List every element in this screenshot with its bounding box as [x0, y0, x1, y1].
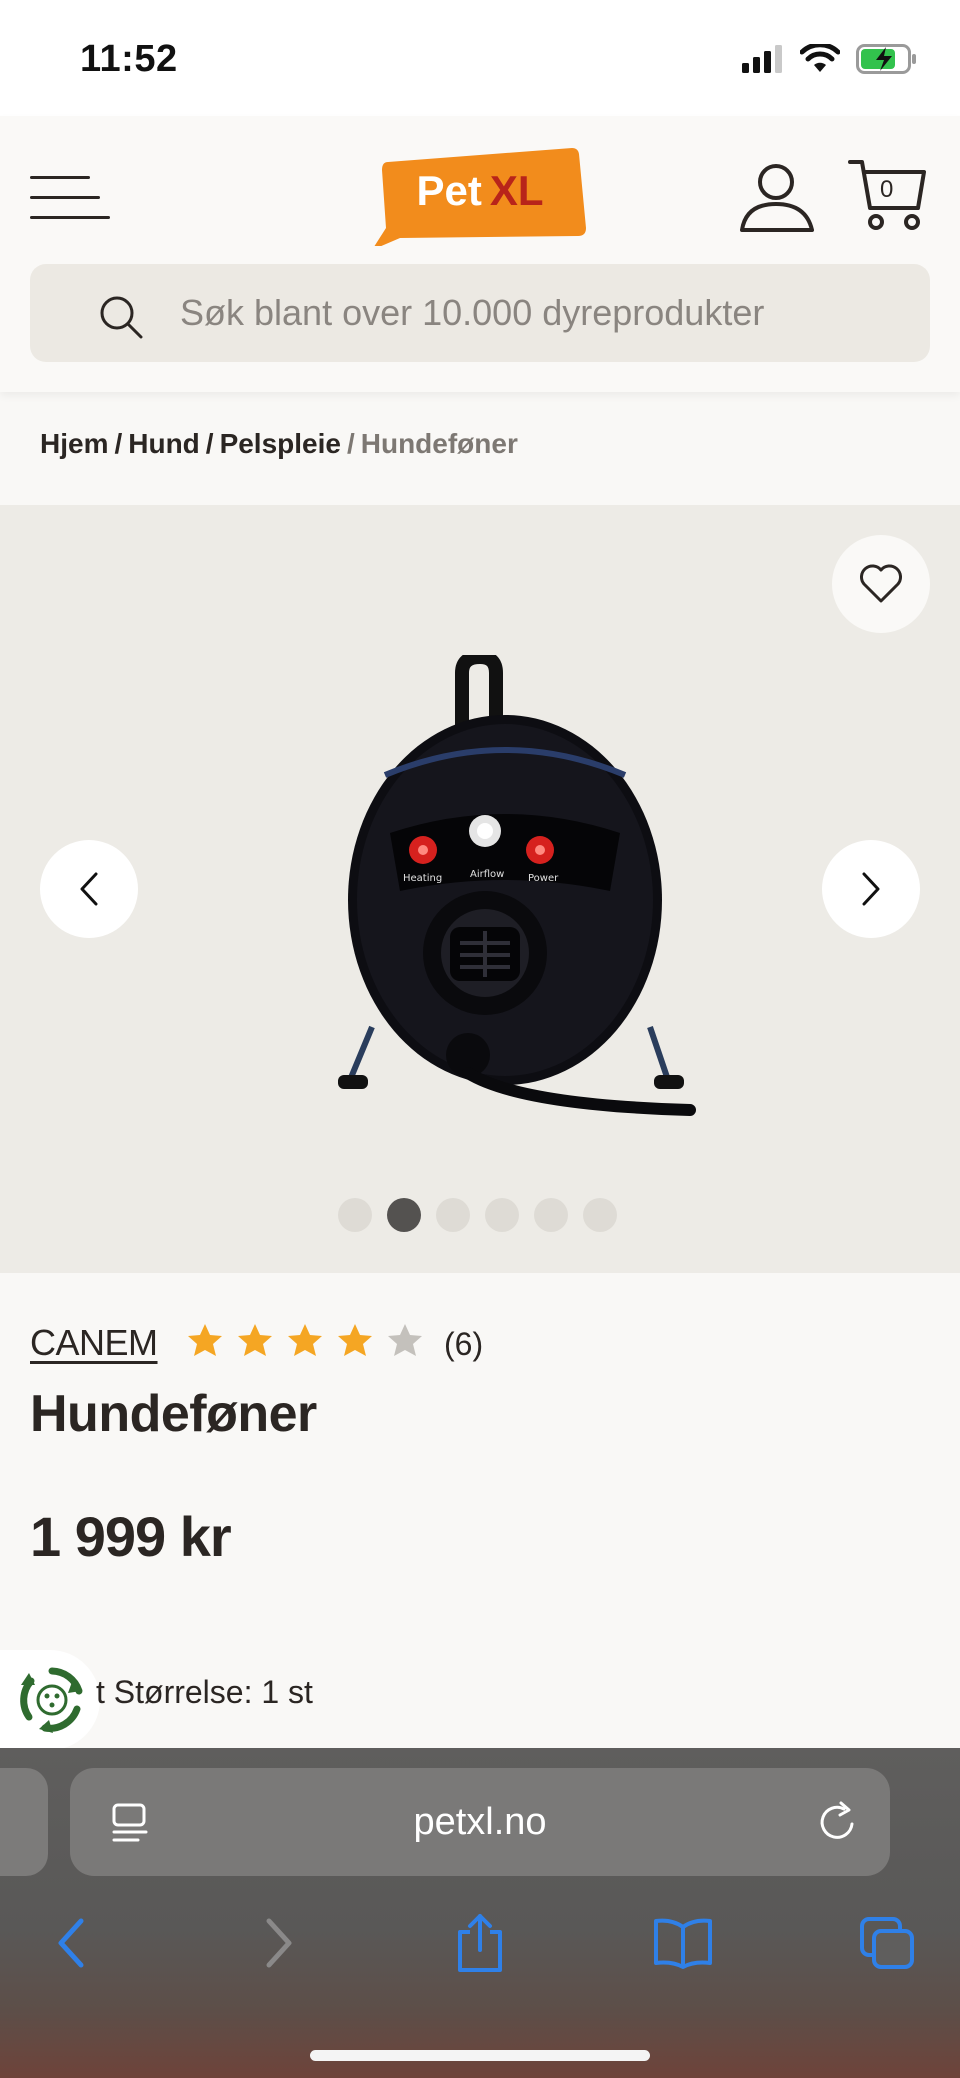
logo-word-pet: Pet — [416, 167, 482, 214]
product-price: 1 999 kr — [30, 1505, 232, 1568]
star-icon — [238, 1324, 272, 1356]
logo-word-xl: XL — [489, 167, 544, 214]
cart-count-badge: 0 — [880, 176, 894, 203]
share-icon[interactable] — [445, 1908, 515, 1978]
eco-recycle-icon — [20, 1667, 83, 1733]
book-icon[interactable] — [648, 1908, 718, 1978]
product-label-airflow: Airflow — [470, 869, 504, 880]
status-bar: 11:52 — [0, 0, 960, 116]
site-logo[interactable]: Pet XL — [372, 144, 588, 246]
chevron-right-icon — [862, 872, 880, 906]
breadcrumb-link-dog[interactable]: Hund — [128, 428, 200, 459]
status-icons — [742, 44, 918, 74]
chevron-left-icon — [80, 872, 98, 906]
cart-icon[interactable]: 0 — [848, 156, 928, 236]
breadcrumb-current: Hundeføner — [360, 428, 518, 459]
breadcrumb: Hjem / Hund / Pelspleie / Hundeføner — [40, 428, 518, 459]
user-icon[interactable] — [738, 160, 818, 236]
star-icon — [288, 1324, 322, 1356]
star-icon — [338, 1324, 372, 1356]
star-icon — [388, 1324, 422, 1356]
reload-icon[interactable] — [816, 1800, 860, 1844]
status-time: 11:52 — [80, 38, 178, 80]
product-label-heating: Heating — [403, 873, 442, 884]
gallery-pagination — [338, 1198, 617, 1232]
previous-tab-peek[interactable] — [0, 1768, 48, 1876]
gallery-dot[interactable] — [387, 1198, 421, 1232]
rating-stars[interactable] — [186, 1322, 424, 1360]
gallery-dot[interactable] — [583, 1198, 617, 1232]
search-input[interactable] — [180, 264, 880, 362]
star-icon — [188, 1324, 222, 1356]
size-info: t Størrelse: 1 st — [96, 1674, 313, 1710]
search-icon[interactable] — [98, 294, 144, 340]
hamburger-icon[interactable] — [30, 166, 110, 220]
product-title: Hundeføner — [30, 1385, 317, 1443]
gallery-dot[interactable] — [338, 1198, 372, 1232]
eco-badge[interactable] — [0, 1650, 100, 1750]
gallery-dot[interactable] — [436, 1198, 470, 1232]
product-gallery[interactable]: Heating Airflow Power — [0, 505, 960, 1273]
tabs-icon[interactable] — [852, 1908, 922, 1978]
review-count[interactable]: (6) — [444, 1326, 483, 1363]
gallery-dot[interactable] — [534, 1198, 568, 1232]
gallery-next-button[interactable] — [822, 840, 920, 938]
search-bar[interactable] — [30, 264, 930, 362]
back-arrow-icon[interactable] — [36, 1908, 106, 1978]
url-bar[interactable]: petxl.no — [70, 1768, 890, 1876]
url-text: petxl.no — [413, 1800, 547, 1843]
browser-nav-toolbar — [0, 1898, 960, 1988]
forward-arrow-icon[interactable] — [244, 1908, 314, 1978]
wifi-icon — [800, 44, 840, 72]
home-indicator[interactable] — [310, 2050, 650, 2061]
brand-link[interactable]: CANEM — [30, 1322, 158, 1364]
site-header: Pet XL 0 — [0, 116, 960, 392]
browser-toolbar: petxl.no — [0, 1748, 960, 2078]
product-image: Heating Airflow Power — [338, 655, 696, 1116]
breadcrumb-link-home[interactable]: Hjem — [40, 428, 108, 459]
breadcrumb-link-grooming[interactable]: Pelspleie — [220, 428, 341, 459]
battery-icon — [856, 44, 916, 74]
gallery-dot[interactable] — [485, 1198, 519, 1232]
gallery-prev-button[interactable] — [40, 840, 138, 938]
heart-icon — [860, 564, 902, 603]
signal-icon — [742, 45, 782, 73]
product-label-power: Power — [528, 873, 559, 884]
favorite-button[interactable] — [832, 535, 930, 633]
